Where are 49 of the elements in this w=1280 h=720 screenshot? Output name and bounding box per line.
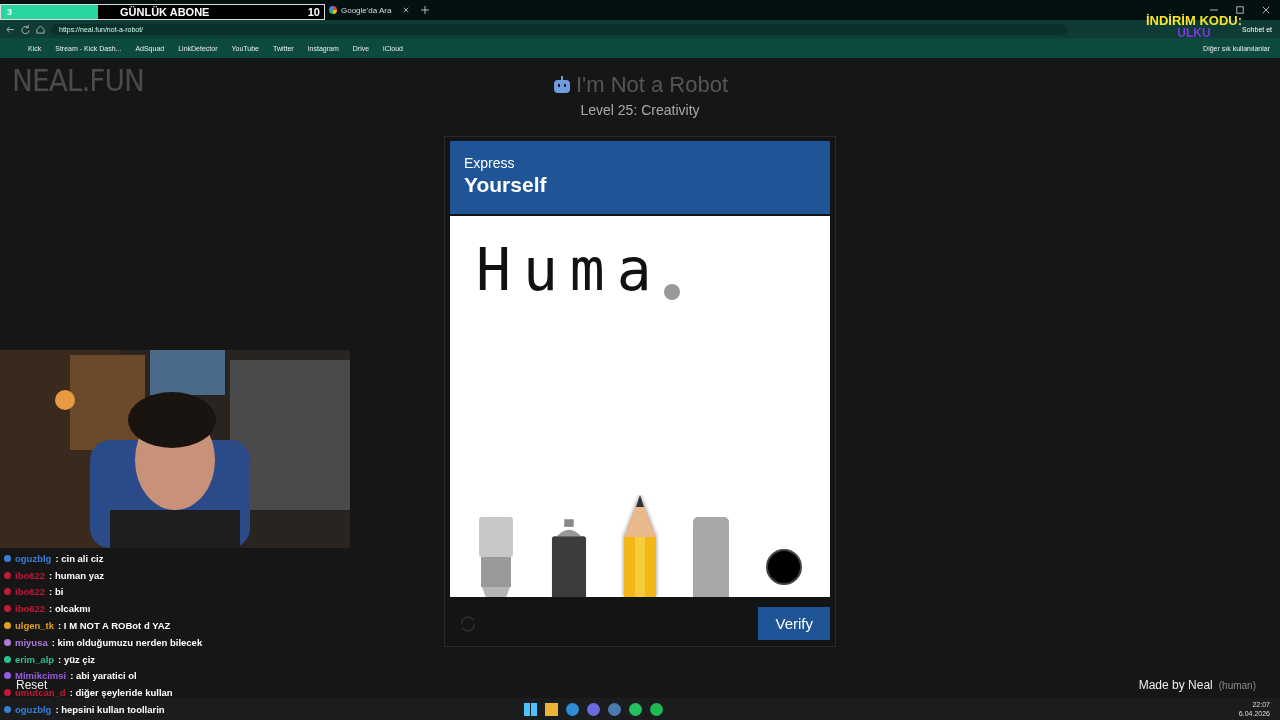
chat-username: erim_alp (15, 653, 55, 665)
promo-code: ULKU (1177, 27, 1211, 40)
chat-message: : I M NOT A ROBot d YAZ (58, 620, 171, 632)
paintbrush-icon[interactable] (478, 517, 515, 597)
chat-message: : human yaz (49, 569, 104, 581)
color-swatch[interactable] (765, 549, 802, 585)
home-icon[interactable] (36, 24, 45, 34)
handwritten-text: Huma (476, 236, 664, 304)
robot-icon (551, 75, 572, 95)
chat-message: : hepsini kullan toollarin (55, 704, 165, 716)
chat-username: oguzblg (15, 552, 52, 564)
promo-text: İNDİRİM KODU: (1145, 14, 1242, 27)
goal-current: 3 (6, 7, 12, 17)
chat-username: oguzblg (15, 704, 52, 716)
prompt-label: Express (464, 155, 516, 171)
verify-button[interactable]: Verify (758, 607, 830, 640)
cursor-dot-icon (664, 284, 680, 300)
chat-username: ulgen_tk (15, 620, 55, 632)
drawing-canvas[interactable]: Huma (450, 216, 830, 597)
chat-username: ibo622 (15, 603, 46, 615)
close-icon[interactable] (403, 7, 409, 13)
prompt-heading: Yourself (464, 173, 548, 197)
chat-username: miyusa (15, 636, 48, 648)
chat-message: : bi (49, 586, 64, 598)
goal-label: GÜNLÜK ABONE (120, 6, 210, 18)
chat-username: ibo622 (15, 586, 46, 598)
page-title: I'm Not a Robot (575, 72, 729, 98)
chat-message: : abi yaratici ol (70, 670, 137, 682)
chat-message: : kim olduğumuzu nerden bilecek (51, 636, 203, 648)
page-subtitle: Level 25: Creativity (580, 102, 700, 118)
chat-message: : diğer şeyleride kullan (69, 687, 173, 699)
browser-tab[interactable]: Google'da Ara (325, 1, 413, 19)
credit-note: (human) (1218, 680, 1256, 691)
plus-icon[interactable] (421, 6, 429, 14)
google-icon (329, 6, 337, 14)
chat-message: : cin ali ciz (55, 552, 104, 564)
windows-icon[interactable] (524, 702, 537, 716)
minimize-icon[interactable] (1210, 6, 1218, 14)
credit-text: Made by Neal (1138, 678, 1213, 692)
reload-icon[interactable] (21, 24, 30, 34)
back-icon[interactable] (6, 24, 15, 34)
close-icon[interactable] (1262, 6, 1270, 14)
chat-message: : olcakmı (49, 603, 91, 615)
chat-username: ibo622 (15, 569, 46, 581)
goal-target: 10 (307, 6, 321, 18)
tab-title: Google'da Ara (341, 5, 392, 15)
spray-can-icon[interactable] (550, 517, 587, 597)
maximize-icon[interactable] (1236, 6, 1244, 14)
chat-message: : yüz çiz (58, 653, 96, 665)
